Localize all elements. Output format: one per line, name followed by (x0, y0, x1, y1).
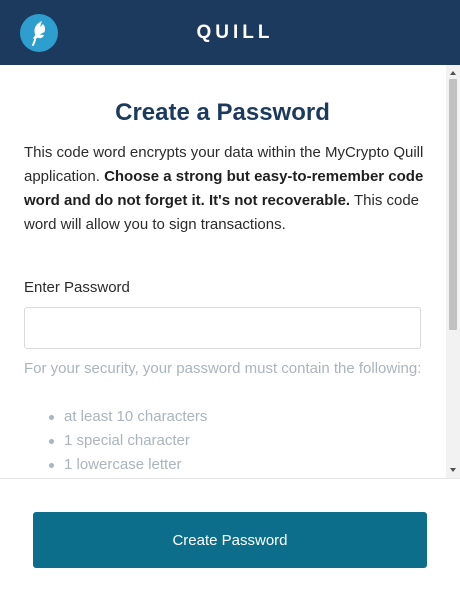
main-content: Create a Password This code word encrypt… (0, 65, 460, 478)
requirement-item: at least 10 characters (24, 405, 424, 429)
requirements-list: at least 10 characters 1 special charact… (24, 405, 424, 477)
requirement-item: 1 special character (24, 429, 424, 453)
password-input[interactable] (24, 307, 421, 349)
requirement-item: 1 lowercase letter (24, 453, 424, 477)
action-footer: Create Password (0, 478, 460, 600)
requirements-intro: For your security, your password must co… (24, 360, 422, 377)
page-title: Create a Password (115, 99, 330, 126)
scroll-down-arrow-icon[interactable] (450, 468, 456, 472)
app-header: QUILL (0, 0, 460, 65)
create-password-button[interactable]: Create Password (33, 512, 427, 568)
scrollbar-thumb[interactable] (449, 79, 457, 330)
app-brand-name: QUILL (196, 22, 274, 43)
content-scrollbar[interactable] (446, 65, 460, 478)
scroll-up-arrow-icon[interactable] (450, 71, 456, 75)
password-label: Enter Password (24, 279, 130, 296)
intro-text: This code word encrypts your data within… (24, 141, 424, 237)
quill-app: QUILL Create a Password This code word e… (0, 0, 460, 600)
